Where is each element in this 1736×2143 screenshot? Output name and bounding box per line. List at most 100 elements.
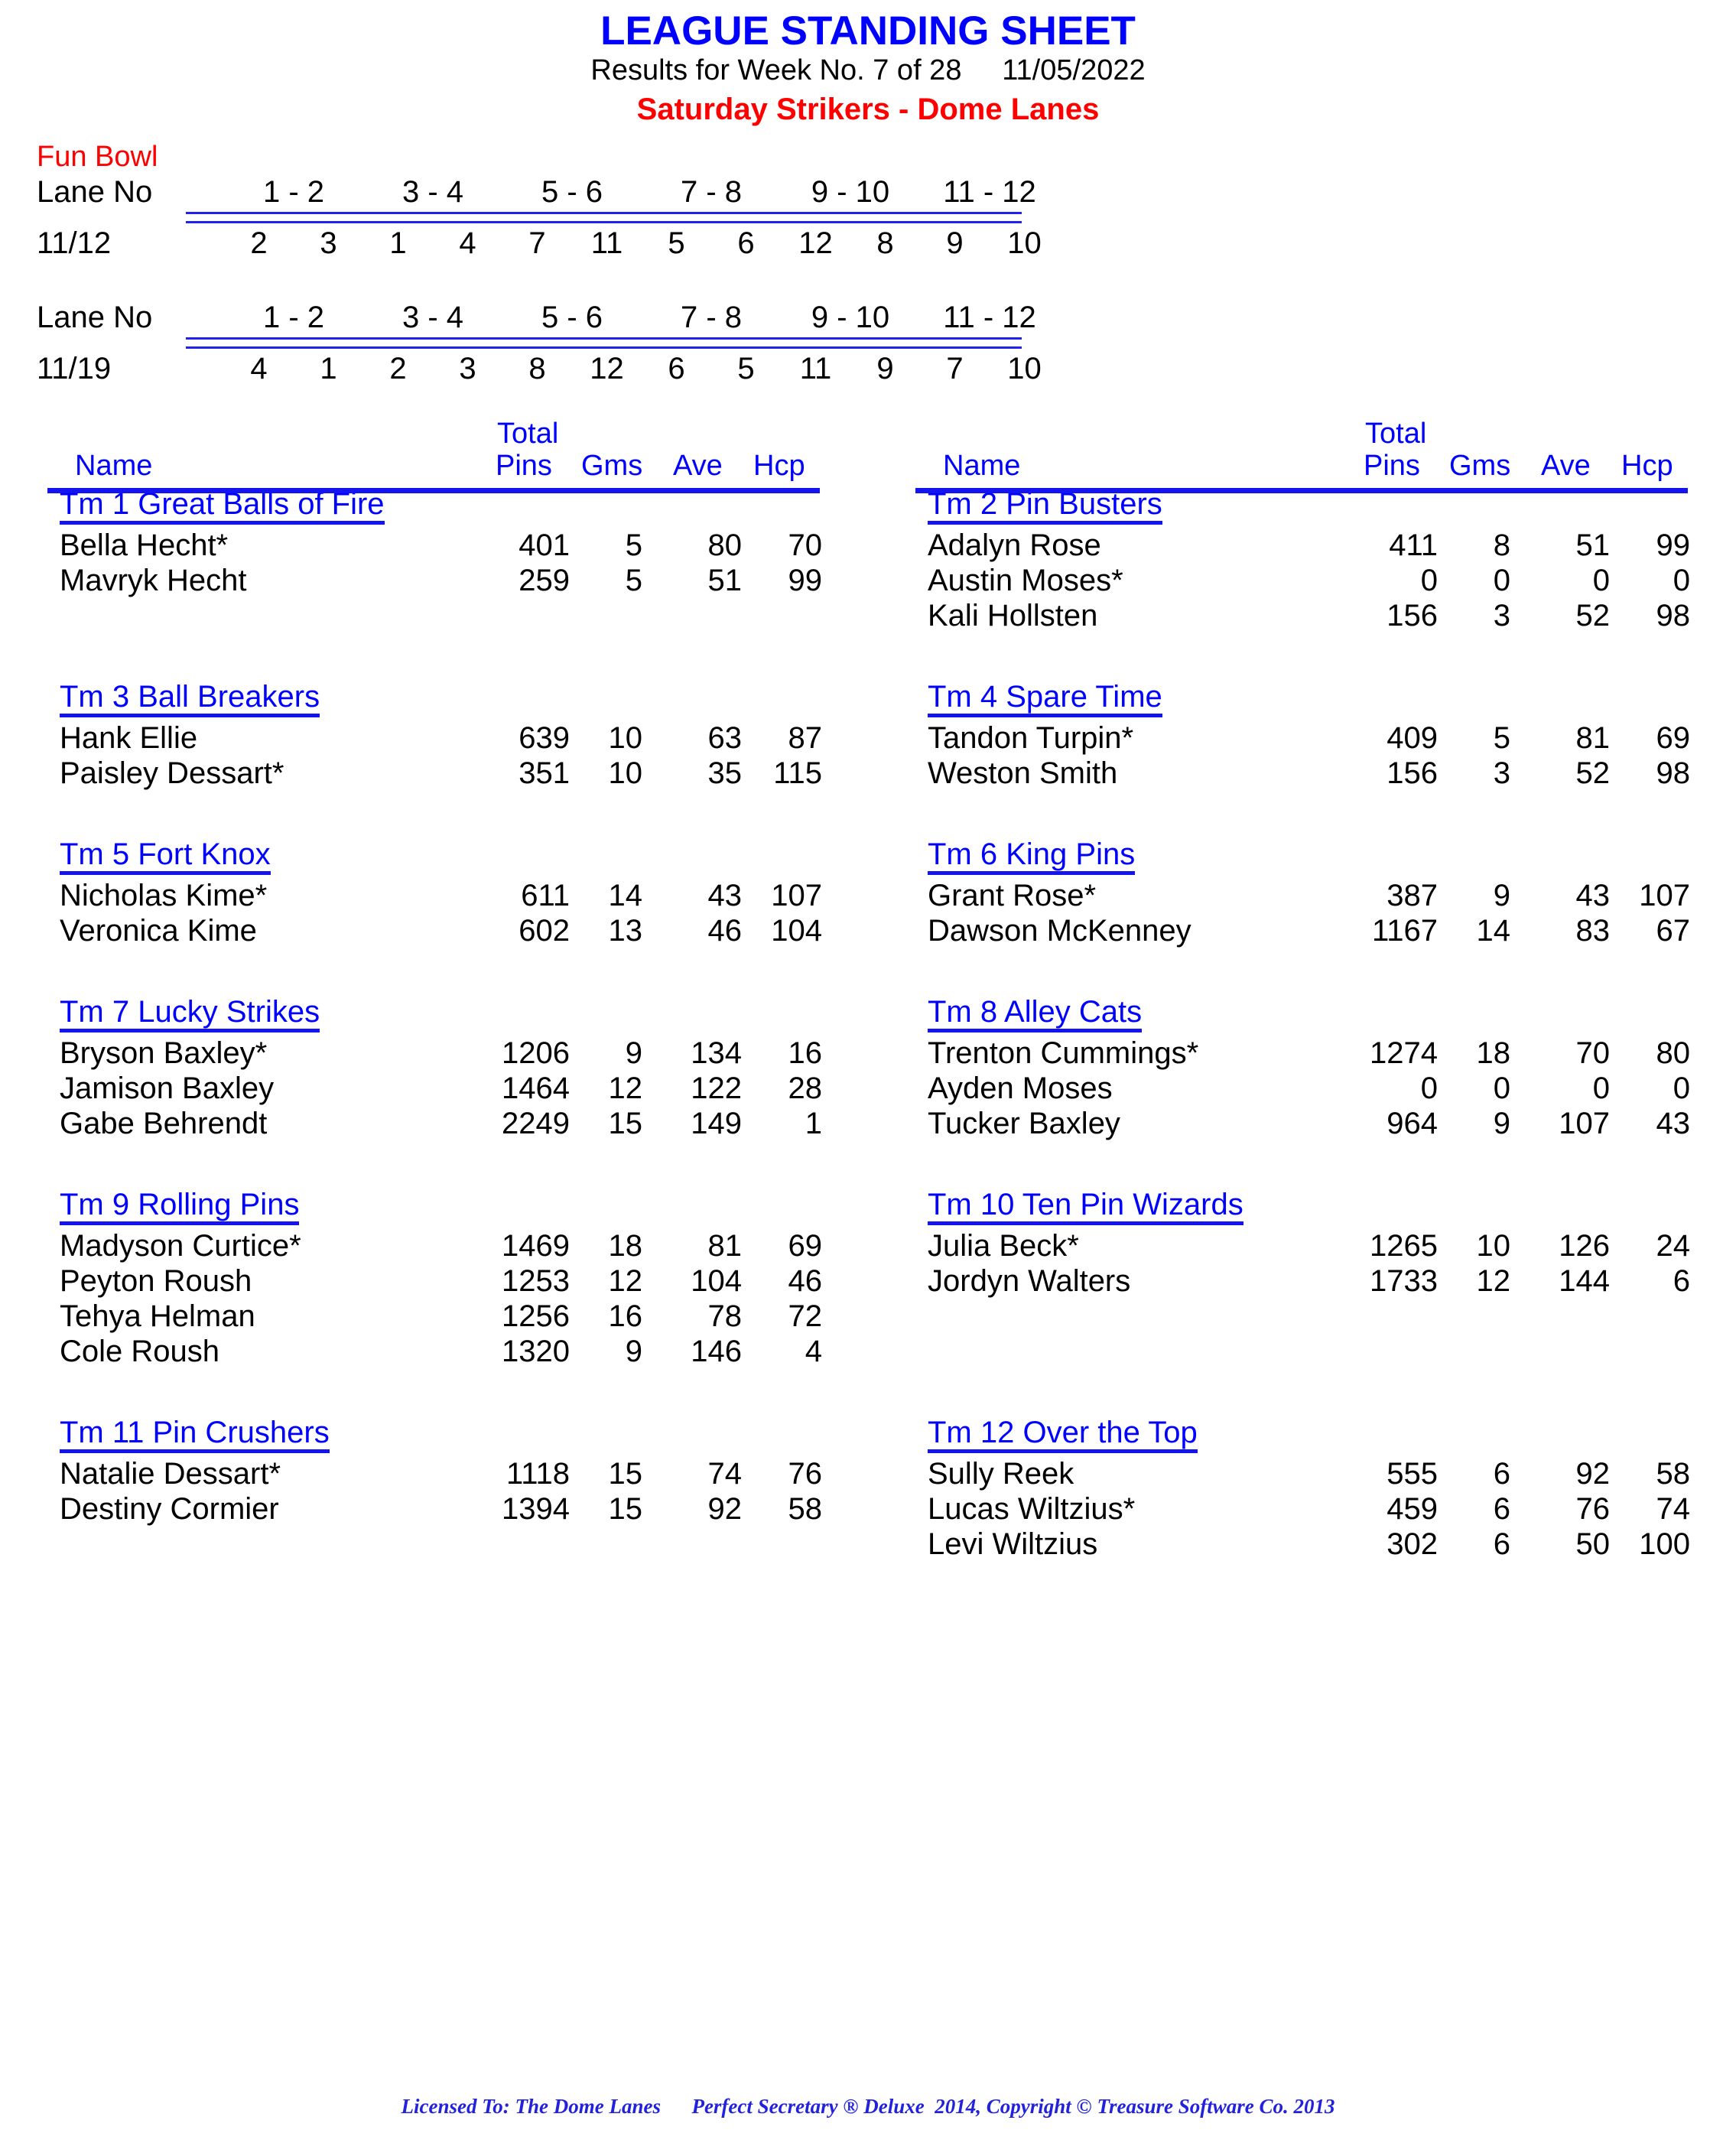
team-block: Tm 3 Ball Breakers Hank Ellie 639 10 63 87 Pai…: [0, 681, 868, 791]
player-row: Julia Beck* 1265 10 126 24: [868, 1228, 1736, 1263]
player-games: 10: [608, 756, 643, 790]
lane-pair-label: 1 - 2: [262, 301, 325, 335]
team-name-link[interactable]: Tm 4 Spare Time: [928, 681, 1162, 717]
player-handicap: 74: [1656, 1491, 1691, 1526]
player-average: 43: [707, 878, 743, 912]
player-average: 146: [691, 1334, 742, 1368]
player-total-pins: 1167: [1371, 913, 1438, 948]
left-team-list: Tm 1 Great Balls of Fire Bella Hecht* 401 5…: [0, 488, 868, 1562]
player-total-pins: 964: [1387, 1106, 1438, 1140]
team-name-link[interactable]: Tm 5 Fort Knox: [60, 838, 271, 875]
player-handicap: 76: [788, 1456, 823, 1491]
player-average: 104: [691, 1263, 742, 1298]
player-average: 126: [1559, 1228, 1610, 1263]
team-name-link[interactable]: Tm 9 Rolling Pins: [60, 1189, 300, 1225]
player-total-pins: 302: [1387, 1527, 1438, 1561]
lane-pair-label: 5 - 6: [541, 301, 603, 335]
player-games: 3: [1493, 598, 1510, 632]
player-average: 76: [1575, 1491, 1611, 1526]
standings-right-column: Total Name Pins Gms Ave Hcp Tm 2 Pin Bus…: [868, 418, 1736, 1562]
team-player-rows: Madyson Curtice* 1469 18 81 69 Peyton Roush 12…: [0, 1228, 868, 1369]
player-row: Jordyn Walters 1733 12 144 6: [868, 1263, 1736, 1299]
schedule-spacer: [0, 261, 1736, 301]
team-block: Tm 10 Ten Pin Wizards Julia Beck* 1265 10 12…: [868, 1189, 1736, 1299]
player-total-pins: 0: [1420, 563, 1438, 597]
player-total-pins: 351: [519, 756, 570, 790]
player-average: 46: [707, 913, 743, 948]
player-row: Lucas Wiltzius* 459 6 76 74: [868, 1491, 1736, 1527]
lane-pair-label: 3 - 4: [401, 175, 464, 210]
team-player-rows: Bryson Baxley* 1206 9 134 16 Jamison Baxley 14…: [0, 1036, 868, 1141]
team-block: Tm 7 Lucky Strikes Bryson Baxley* 1206 9 134…: [0, 996, 868, 1141]
player-games: 13: [608, 913, 643, 948]
player-name: Tucker Baxley: [928, 1106, 1120, 1140]
header-gms-label: Gms: [1449, 449, 1511, 482]
player-row: Austin Moses* 0 0 0 0: [868, 563, 1736, 598]
player-handicap: 46: [788, 1263, 823, 1298]
player-total-pins: 411: [1389, 528, 1438, 562]
player-name: Gabe Behrendt: [60, 1106, 268, 1140]
player-handicap: 98: [1656, 598, 1691, 632]
player-total-pins: 0: [1420, 1071, 1438, 1105]
team-name-link[interactable]: Tm 10 Ten Pin Wizards: [928, 1189, 1243, 1225]
lane-team-number: 12: [798, 226, 833, 260]
player-name: Mavryk Hecht: [60, 563, 247, 597]
team-name-link[interactable]: Tm 1 Great Balls of Fire: [60, 488, 385, 525]
player-games: 9: [1493, 1106, 1510, 1140]
player-total-pins: 1464: [502, 1071, 570, 1105]
lane-team-number: 8: [876, 226, 894, 260]
team-name-link[interactable]: Tm 12 Over the Top: [928, 1416, 1198, 1453]
player-row: Peyton Roush 1253 12 104 46: [0, 1263, 868, 1299]
player-name: Adalyn Rose: [928, 528, 1101, 562]
player-average: 43: [1575, 878, 1611, 912]
lane-team-number: 12: [590, 352, 624, 386]
player-total-pins: 1733: [1370, 1263, 1438, 1298]
player-total-pins: 2249: [502, 1106, 570, 1140]
player-average: 149: [691, 1106, 742, 1140]
lane-schedule-weeks: Lane No 1 - 2 3 - 4 5 - 6 7 - 8 9 - 10 11 - 12…: [0, 175, 1736, 386]
lane-team-number: 4: [250, 352, 268, 386]
player-total-pins: 1274: [1370, 1036, 1438, 1070]
player-handicap: 99: [1656, 528, 1691, 562]
player-name: Peyton Roush: [60, 1263, 252, 1298]
player-total-pins: 639: [519, 720, 570, 755]
player-average: 122: [691, 1071, 742, 1105]
lane-team-number: 1: [320, 352, 337, 386]
player-games: 15: [608, 1491, 643, 1526]
player-average: 74: [707, 1456, 743, 1491]
player-games: 12: [608, 1071, 643, 1105]
player-total-pins: 1320: [502, 1334, 570, 1368]
standings-left-column: Total Name Pins Gms Ave Hcp Tm 1 Great B…: [0, 418, 868, 1562]
team-name-link[interactable]: Tm 6 King Pins: [928, 838, 1136, 875]
team-name-link[interactable]: Tm 8 Alley Cats: [928, 996, 1143, 1032]
player-row: Weston Smith 156 3 52 98: [868, 756, 1736, 791]
player-name: Dawson McKenney: [928, 913, 1191, 948]
header-hcp-label: Hcp: [753, 449, 805, 482]
player-handicap: 98: [1656, 756, 1691, 790]
player-total-pins: 1253: [502, 1263, 570, 1298]
team-name-link[interactable]: Tm 7 Lucky Strikes: [60, 996, 320, 1032]
lane-team-number: 6: [737, 226, 755, 260]
team-name-link[interactable]: Tm 2 Pin Busters: [928, 488, 1162, 525]
player-games: 12: [608, 1263, 643, 1298]
player-row: Bella Hecht* 401 5 80 70: [0, 528, 868, 563]
player-average: 0: [1592, 1071, 1610, 1105]
team-block: Tm 4 Spare Time Tandon Turpin* 409 5 81 69 Wes…: [868, 681, 1736, 791]
license-footer: Licensed To: The Dome Lanes Perfect Secr…: [401, 2095, 1335, 2118]
player-row: Nicholas Kime* 611 14 43 107: [0, 878, 868, 913]
team-player-rows: Trenton Cummings* 1274 18 70 80 Ayden Moses 0 0…: [868, 1036, 1736, 1141]
standings-columns: Total Name Pins Gms Ave Hcp Tm 1 Great B…: [0, 418, 1736, 1562]
bowling-center-name: Fun Bowl: [37, 141, 158, 174]
team-player-rows: Tandon Turpin* 409 5 81 69 Weston Smith 156 3 52…: [868, 720, 1736, 791]
player-row: Tandon Turpin* 409 5 81 69: [868, 720, 1736, 756]
player-handicap: 0: [1673, 1071, 1690, 1105]
player-handicap: 16: [788, 1036, 823, 1070]
player-average: 63: [707, 720, 743, 755]
player-row: Ayden Moses 0 0 0 0: [868, 1071, 1736, 1106]
team-name-link[interactable]: Tm 11 Pin Crushers: [60, 1416, 330, 1453]
lane-schedule: Lane No 1 - 2 3 - 4 5 - 6 7 - 8 9 - 10 11 - 12…: [0, 175, 1736, 386]
player-games: 5: [625, 563, 642, 597]
player-handicap: 100: [1639, 1527, 1690, 1561]
team-name-link[interactable]: Tm 3 Ball Breakers: [60, 681, 320, 717]
player-games: 9: [1493, 878, 1510, 912]
